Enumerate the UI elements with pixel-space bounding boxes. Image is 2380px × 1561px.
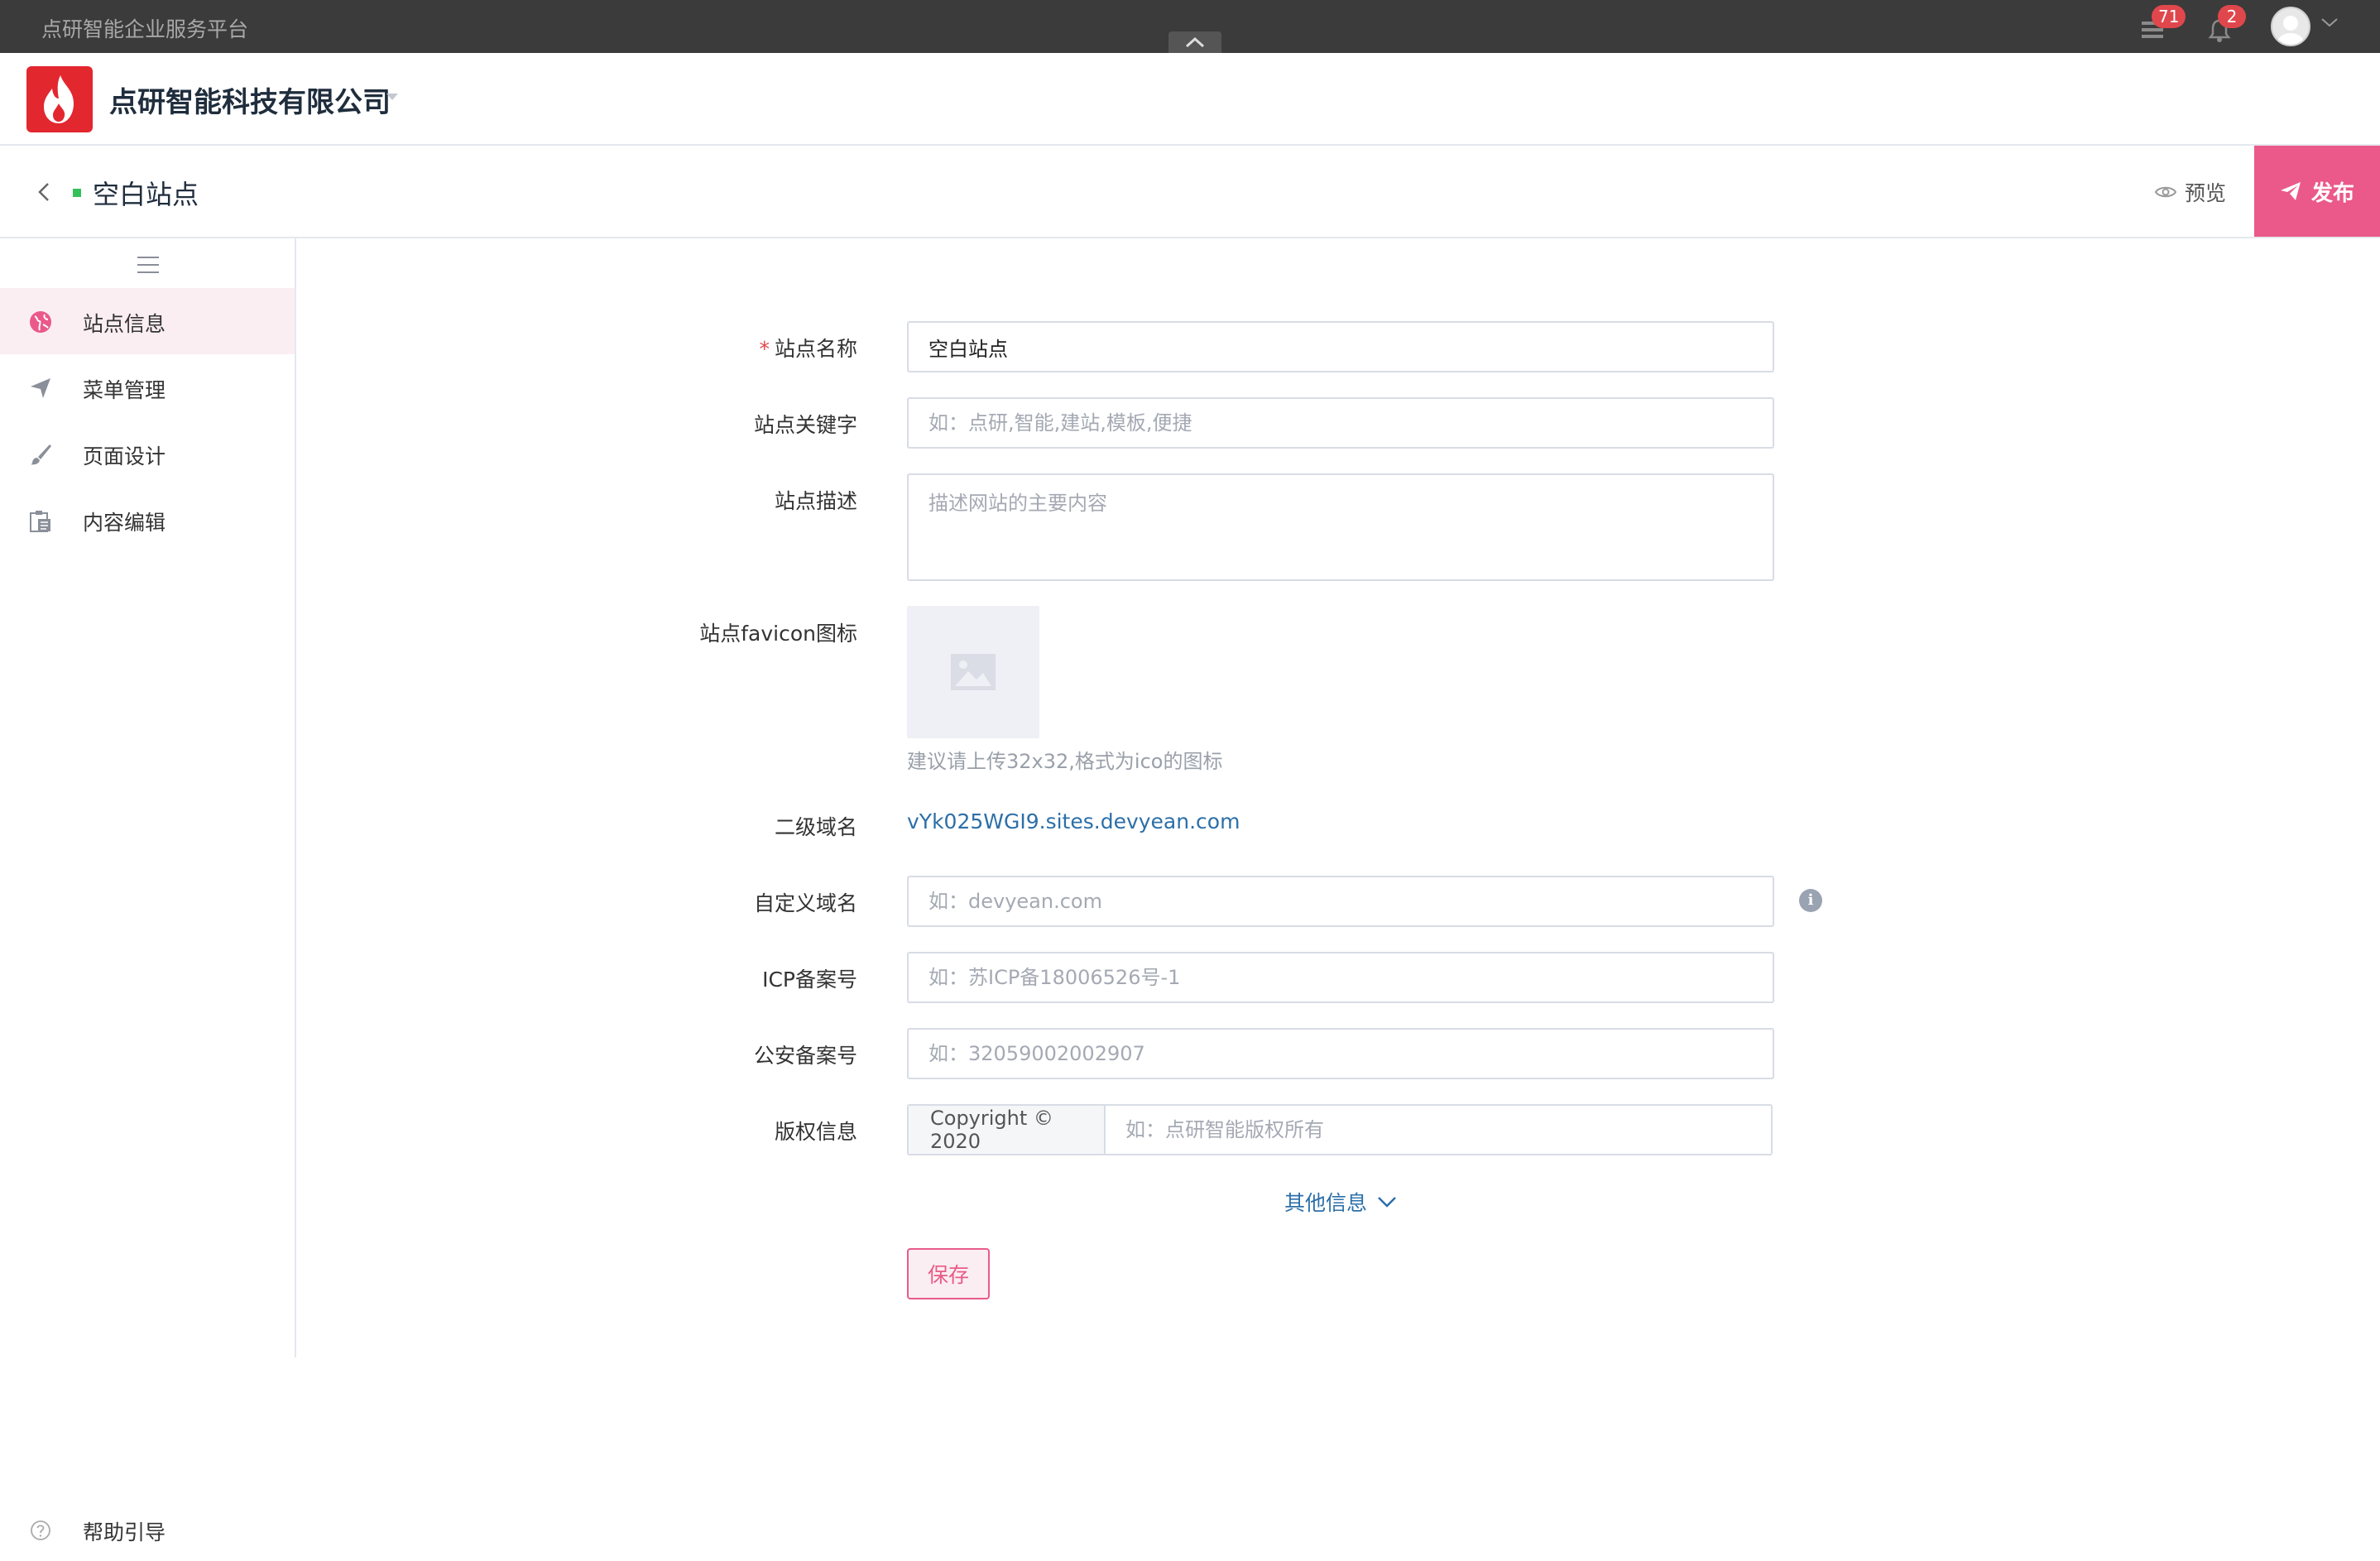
menu-toggle-icon[interactable] xyxy=(137,257,159,279)
description-label: 站点描述 xyxy=(774,489,857,513)
status-dot xyxy=(73,189,81,197)
top-bar: 点研智能企业服务平台 71 2 xyxy=(0,0,2380,53)
sidebar-item-label: 内容编辑 xyxy=(83,511,166,535)
company-name[interactable]: 点研智能科技有限公司 xyxy=(109,79,391,120)
keywords-input[interactable] xyxy=(907,397,1774,449)
more-info-label: 其他信息 xyxy=(1284,1191,1368,1215)
clipboard-icon xyxy=(30,511,50,532)
chevron-up-icon xyxy=(1185,36,1205,48)
notifications-button[interactable]: 2 xyxy=(2208,5,2246,42)
description-textarea[interactable] xyxy=(907,473,1774,581)
more-info-toggle[interactable]: 其他信息 xyxy=(1284,1187,1397,1217)
send-icon xyxy=(31,378,50,398)
sidebar-item-label: 站点信息 xyxy=(83,312,166,336)
help-label: 帮助引导 xyxy=(83,1520,166,1544)
sidebar: 站点信息 菜单管理 页面设计 内容编辑 帮助引导 xyxy=(0,238,296,1544)
site-name-input[interactable] xyxy=(907,321,1774,372)
icp-label: ICP备案号 xyxy=(762,968,857,992)
copyright-label: 版权信息 xyxy=(774,1120,857,1144)
chevron-down-icon[interactable] xyxy=(2320,17,2339,28)
flame-icon xyxy=(44,75,74,123)
company-logo xyxy=(26,66,93,132)
keywords-label: 站点关键字 xyxy=(753,413,857,437)
preview-button[interactable]: 预览 xyxy=(2155,177,2226,207)
user-avatar[interactable] xyxy=(2271,7,2310,46)
site-name-label: * 站点名称 xyxy=(759,337,857,361)
chevron-down-icon xyxy=(1378,1197,1396,1208)
help-guide[interactable]: 帮助引导 xyxy=(0,1501,295,1561)
custom-domain-input[interactable] xyxy=(907,876,1774,927)
sidebar-item-content-editing[interactable]: 内容编辑 xyxy=(0,487,295,553)
police-record-label: 公安备案号 xyxy=(753,1044,857,1068)
copyright-field: Copyright © 2020 xyxy=(907,1104,1773,1155)
custom-domain-label: 自定义域名 xyxy=(753,891,857,915)
paper-plane-icon xyxy=(2280,182,2301,200)
collapse-header-button[interactable] xyxy=(1168,31,1221,53)
copyright-input[interactable] xyxy=(1106,1106,1771,1154)
favicon-upload[interactable] xyxy=(907,606,1039,738)
site-header: 空白站点 预览 发布 xyxy=(0,146,2380,238)
icp-input[interactable] xyxy=(907,952,1774,1003)
sidebar-item-label: 页面设计 xyxy=(83,444,166,468)
police-record-input[interactable] xyxy=(907,1028,1774,1079)
globe-icon xyxy=(30,311,51,333)
sidebar-item-page-design[interactable]: 页面设计 xyxy=(0,420,295,487)
sidebar-item-menu-management[interactable]: 菜单管理 xyxy=(0,354,295,420)
copyright-prefix: Copyright © 2020 xyxy=(909,1106,1106,1154)
info-icon[interactable]: i xyxy=(1799,889,1822,912)
avatar-icon xyxy=(2277,16,2304,45)
site-title: 空白站点 xyxy=(93,179,199,210)
brush-icon xyxy=(31,444,51,465)
help-circle-icon xyxy=(31,1520,50,1540)
platform-name: 点研智能企业服务平台 xyxy=(41,17,249,41)
eye-icon xyxy=(2155,186,2176,198)
subdomain-link[interactable]: vYk025WGI9.sites.devyean.com xyxy=(907,809,1240,833)
back-arrow-icon[interactable] xyxy=(33,177,53,207)
required-mark: * xyxy=(759,337,770,361)
company-header: 点研智能科技有限公司 xyxy=(0,53,2380,146)
messages-badge: 71 xyxy=(2152,5,2186,28)
notifications-badge: 2 xyxy=(2218,5,2246,28)
image-placeholder-icon xyxy=(951,654,996,690)
caret-down-icon[interactable] xyxy=(386,93,399,101)
favicon-label: 站点favicon图标 xyxy=(699,622,857,646)
messages-button[interactable]: 71 xyxy=(2140,5,2186,41)
preview-label: 预览 xyxy=(2185,181,2227,205)
subdomain-label: 二级域名 xyxy=(774,815,857,839)
publish-label: 发布 xyxy=(2310,180,2354,206)
publish-button[interactable]: 发布 xyxy=(2254,146,2380,237)
favicon-hint: 建议请上传32x32,格式为ico的图标 xyxy=(907,750,1223,773)
save-button[interactable]: 保存 xyxy=(907,1248,990,1299)
sidebar-item-site-info[interactable]: 站点信息 xyxy=(0,288,295,354)
sidebar-item-label: 菜单管理 xyxy=(83,378,166,402)
